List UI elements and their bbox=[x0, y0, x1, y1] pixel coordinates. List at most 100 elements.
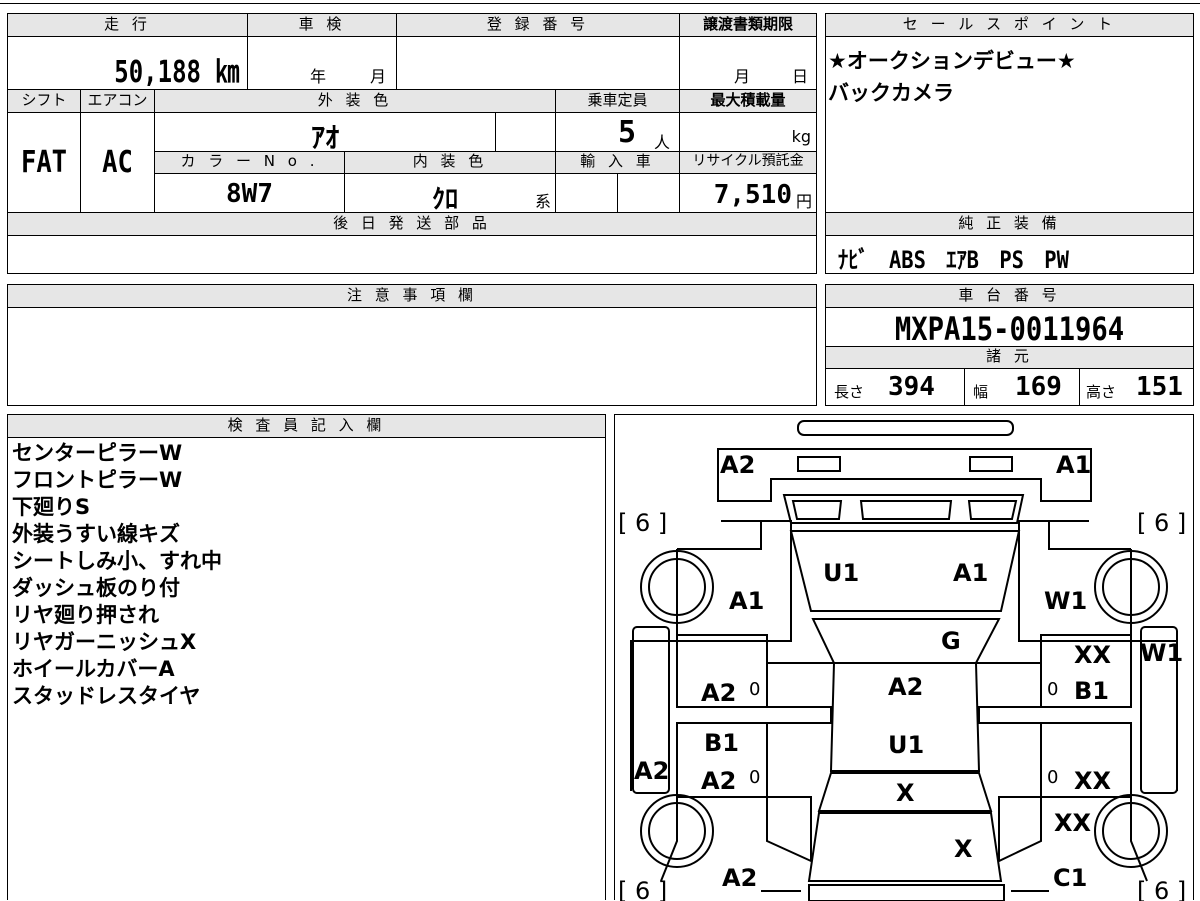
aircon-value: AC bbox=[102, 145, 133, 180]
header-transfer-deadline: 譲渡書類期限 bbox=[679, 13, 817, 37]
caution-cell bbox=[7, 307, 817, 406]
mark-roof-lower: U1 bbox=[888, 731, 924, 759]
left-quarter-outline bbox=[766, 796, 812, 863]
max-load-unit: kg bbox=[791, 127, 811, 146]
mark-zero: 0 bbox=[749, 679, 760, 700]
mark-fender-right: W1 bbox=[1044, 587, 1087, 615]
factory-equipment-value: ﾅﾋﾞ ABS ｴｱB PS PW bbox=[838, 246, 1069, 274]
left-headlight-outline bbox=[797, 456, 841, 472]
mark-hood-left: U1 bbox=[823, 559, 859, 587]
capacity-cell: 5 人 bbox=[555, 112, 680, 152]
inspector-note: 外装うすい線キズ bbox=[12, 522, 180, 546]
inspector-notes-cell: センターピラーW フロントピラーW 下廻りS 外装うすい線キズ シートしみ小、す… bbox=[7, 437, 606, 900]
mark-door-rl: A2 bbox=[701, 767, 736, 795]
spec-width-label: 幅 bbox=[973, 383, 989, 401]
color-no-cell: 8W7 bbox=[154, 173, 345, 213]
import-cell-b bbox=[617, 173, 680, 213]
header-sales-point: セ ー ル ス ポ イ ン ト bbox=[825, 13, 1194, 37]
mileage-cell: 50,188 ㎞ bbox=[7, 36, 248, 90]
exterior-color-value: ｱｵ bbox=[310, 121, 339, 154]
header-factory-equipment: 純 正 装 備 bbox=[825, 212, 1194, 236]
spec-width-value: 169 bbox=[1015, 372, 1062, 402]
capacity-unit: 人 bbox=[654, 133, 671, 152]
mark-rear-bumper-right: C1 bbox=[1053, 864, 1087, 892]
exterior-color-extra-cell bbox=[495, 112, 556, 152]
import-cell-a bbox=[555, 173, 618, 213]
front-bumper-outline bbox=[797, 420, 1014, 436]
spec-width-cell: 幅 169 bbox=[964, 368, 1080, 406]
header-inspector-notes: 検 査 員 記 入 欄 bbox=[7, 414, 606, 438]
mark-door-rr: XX bbox=[1074, 767, 1112, 795]
header-capacity: 乗車定員 bbox=[555, 89, 680, 113]
top-strip bbox=[0, 0, 1200, 4]
header-exterior-color: 外 装 色 bbox=[154, 89, 556, 113]
mark-trunk: X bbox=[954, 835, 973, 863]
inspector-note: スタッドレスタイヤ bbox=[12, 684, 201, 708]
rear-bumper-outline bbox=[808, 884, 1005, 901]
car-diagram-frame: [ 6 ] [ 6 ] [ 6 ] [ 6 ] A2 A1 U1 A1 A1 W… bbox=[614, 414, 1194, 901]
spec-height-cell: 高さ 151 bbox=[1079, 368, 1194, 406]
interior-color-cell: ｸﾛ 系 bbox=[344, 173, 556, 215]
mark-sill-left: A2 bbox=[634, 757, 669, 785]
chassis-no-value: MXPA15-0011964 bbox=[894, 310, 1125, 348]
header-mileage: 走 行 bbox=[7, 13, 248, 37]
mark-door-fr-top: XX bbox=[1074, 641, 1112, 669]
exterior-color-cell: ｱｵ bbox=[154, 112, 496, 154]
header-chassis-no: 車 台 番 号 bbox=[825, 284, 1194, 308]
mark-pillar-right: W1 bbox=[1140, 639, 1183, 667]
header-parts-later: 後 日 発 送 部 品 bbox=[7, 212, 817, 236]
mark-door-rl-top: B1 bbox=[704, 729, 739, 757]
mark-rear-bumper-left: A2 bbox=[722, 864, 757, 892]
inspector-note: ダッシュ板のり付 bbox=[12, 576, 180, 600]
inspector-note: リヤガーニッシュX bbox=[12, 630, 197, 654]
grille-slat-right bbox=[967, 500, 1018, 520]
aircon-cell: AC bbox=[80, 112, 155, 213]
deadline-day-unit: 日 bbox=[792, 67, 809, 86]
mark-zero: 0 bbox=[1047, 767, 1058, 788]
tire-left-bottom: [ 6 ] bbox=[618, 877, 667, 901]
car-diagram: [ 6 ] [ 6 ] [ 6 ] [ 6 ] A2 A1 U1 A1 A1 W… bbox=[618, 420, 1186, 901]
inspection-year-unit: 年 bbox=[310, 67, 327, 86]
inspection-month-unit: 月 bbox=[370, 67, 387, 86]
tire-right-bottom: [ 6 ] bbox=[1137, 877, 1186, 901]
tire-right-top: [ 6 ] bbox=[1137, 509, 1186, 537]
spec-height-label: 高さ bbox=[1086, 383, 1117, 401]
inspector-note: センターピラーW bbox=[12, 441, 183, 465]
transfer-deadline-cell: 月 日 bbox=[679, 36, 817, 90]
header-recycle-fee: リサイクル預託金 bbox=[679, 151, 817, 174]
sales-point-item: ★オークションデビュー★ bbox=[828, 49, 1076, 73]
deadline-month-unit: 月 bbox=[734, 67, 751, 86]
mark-fender-left: A1 bbox=[729, 587, 764, 615]
header-aircon: エアコン bbox=[80, 89, 155, 113]
mark-front-bumper-left: A2 bbox=[720, 451, 755, 479]
mark-windshield: G bbox=[941, 627, 961, 655]
right-headlight-outline bbox=[969, 456, 1013, 472]
header-caution: 注 意 事 項 欄 bbox=[7, 284, 817, 308]
header-interior-color: 内 装 色 bbox=[344, 151, 556, 174]
header-registration-no: 登 録 番 号 bbox=[396, 13, 680, 37]
inspector-note: 下廻りS bbox=[12, 495, 91, 519]
tire-left-top: [ 6 ] bbox=[618, 509, 667, 537]
inspector-notes-list: センターピラーW フロントピラーW 下廻りS 外装うすい線キズ シートしみ小、す… bbox=[12, 440, 222, 710]
left-sill-outline bbox=[677, 706, 832, 724]
factory-equipment-cell: ﾅﾋﾞ ABS ｴｱB PS PW bbox=[825, 235, 1194, 274]
sales-point-cell: ★オークションデビュー★ バックカメラ bbox=[825, 36, 1194, 213]
recycle-fee-unit: 円 bbox=[795, 192, 812, 211]
recycle-fee-cell: 7,510 円 bbox=[679, 173, 817, 213]
header-inspection: 車 検 bbox=[247, 13, 397, 37]
interior-color-value: ｸﾛ bbox=[431, 185, 458, 215]
interior-color-suffix: 系 bbox=[534, 192, 551, 211]
mileage-value: 50,188 ㎞ bbox=[113, 55, 239, 90]
mark-roof: A2 bbox=[888, 673, 923, 701]
header-max-load: 最大積載量 bbox=[679, 89, 817, 113]
mark-rear-glass: X bbox=[896, 779, 915, 807]
inspection-cell: 年 月 bbox=[247, 36, 397, 90]
spec-height-value: 151 bbox=[1136, 372, 1183, 402]
right-sill-outline bbox=[978, 706, 1131, 724]
right-quarter-outline bbox=[998, 796, 1042, 863]
spec-length-value: 394 bbox=[888, 372, 935, 402]
parts-later-cell bbox=[7, 235, 817, 274]
spec-length-label: 長さ bbox=[834, 383, 865, 401]
inspector-note: フロントピラーW bbox=[12, 468, 183, 492]
header-shift: シフト bbox=[7, 89, 81, 113]
